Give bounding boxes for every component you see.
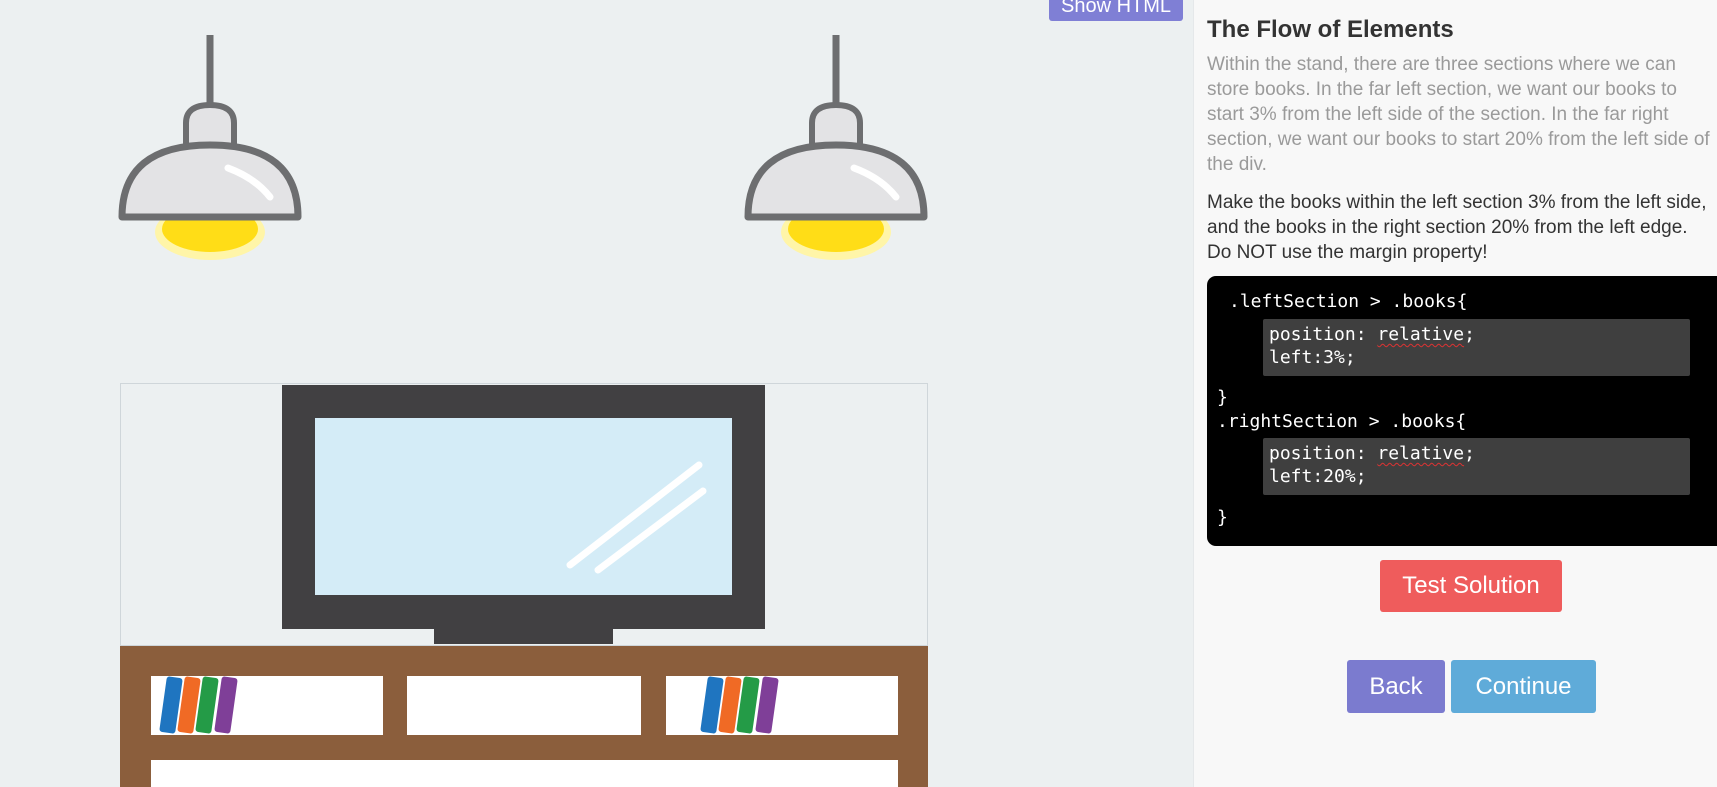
pendant-lamp-icon — [744, 35, 928, 260]
continue-button[interactable]: Continue — [1451, 660, 1596, 713]
television-icon — [282, 385, 765, 644]
instructions-panel: The Flow of Elements Within the stand, t… — [1193, 0, 1717, 787]
left-offset: left:3%; — [1269, 347, 1356, 368]
middle-section — [407, 676, 641, 735]
right-offset: left:20%; — [1269, 466, 1367, 487]
show-html-button[interactable]: Show HTML — [1049, 0, 1183, 21]
left-prop-name: position: — [1269, 324, 1378, 345]
pendant-lamp-icon — [118, 35, 302, 260]
left-code-input[interactable]: position: relative; left:3%; — [1263, 319, 1690, 376]
back-button[interactable]: Back — [1347, 660, 1445, 713]
lower-shelf — [151, 760, 898, 787]
right-prop-value: relative — [1377, 443, 1465, 464]
tv-stand — [120, 646, 928, 787]
left-selector: .leftSection > .books{ — [1229, 291, 1468, 312]
lesson-description: Within the stand, there are three sectio… — [1207, 54, 1710, 175]
game-stage: Show HTML — [0, 0, 1193, 787]
right-prop-name: position: — [1269, 443, 1378, 464]
right-prop-end: ; — [1464, 443, 1475, 464]
right-section — [666, 676, 898, 735]
left-close-brace: } — [1217, 387, 1228, 408]
lesson-title: The Flow of Elements — [1207, 16, 1454, 43]
right-code-input[interactable]: position: relative; left:20%; — [1263, 438, 1690, 495]
right-selector: .rightSection > .books{ — [1217, 411, 1467, 432]
left-prop-value: relative — [1377, 324, 1465, 345]
test-solution-button[interactable]: Test Solution — [1380, 560, 1562, 612]
left-prop-end: ; — [1464, 324, 1475, 345]
scene-svg — [118, 35, 928, 787]
lesson-instruction: Make the books within the left section 3… — [1207, 192, 1707, 263]
code-editor: .leftSection > .books{ position: relativ… — [1207, 276, 1717, 546]
right-close-brace: } — [1217, 507, 1228, 528]
